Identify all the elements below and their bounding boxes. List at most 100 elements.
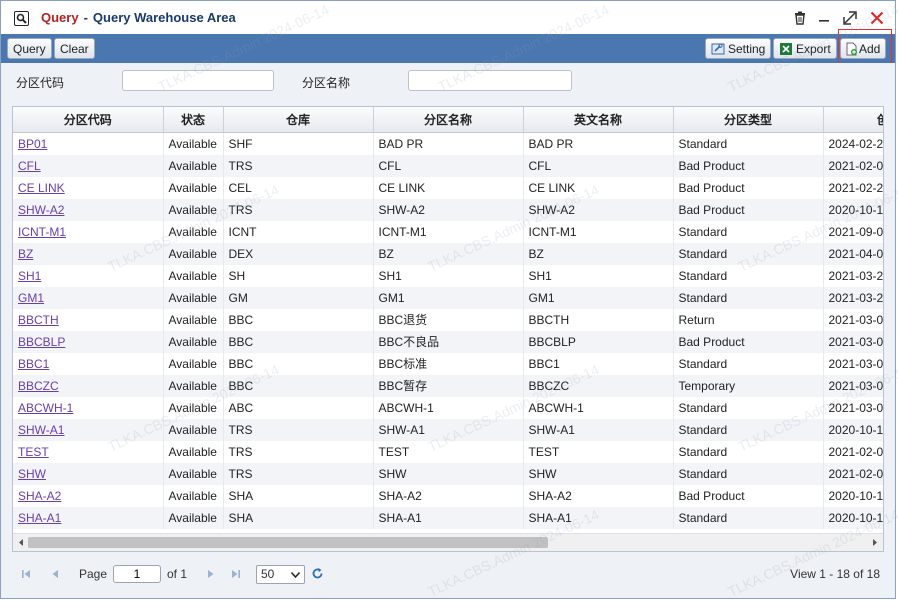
window-title: Query - Query Warehouse Area (41, 10, 236, 25)
zone-name-input[interactable] (408, 70, 572, 91)
table-row[interactable]: CFL Available TRS CFL CFL Bad Product 2021-02-… (13, 154, 883, 177)
last-page-icon[interactable] (230, 568, 242, 580)
table-row[interactable]: BBCZC Available BBC BBC暂存 BBCZC Temporary 2021… (13, 374, 883, 397)
table-cell: Standard (673, 242, 824, 265)
table-cell: ABCWH-1 (523, 396, 674, 419)
zone-code-link[interactable]: SHA-A2 (13, 484, 164, 507)
table-cell: Standard (673, 220, 824, 243)
scroll-right-icon[interactable] (870, 537, 880, 548)
table-cell: Standard (673, 264, 824, 287)
table-row[interactable]: SH1 Available SH SH1 SH1 Standard 2021-03-2 (13, 264, 883, 287)
title-bar: Query - Query Warehouse Area (1, 1, 895, 35)
table-row[interactable]: BZ Available DEX BZ BZ Standard 2021-04-0 (13, 242, 883, 265)
table-cell: Available (163, 462, 224, 485)
page-number-input[interactable] (113, 565, 161, 583)
zone-code-input[interactable] (122, 70, 274, 91)
zone-code-link[interactable]: ICNT-M1 (13, 220, 164, 243)
table-cell: SH1 (523, 264, 674, 287)
table-row[interactable]: ICNT-M1 Available ICNT ICNT-M1 ICNT-M1 Standa… (13, 220, 883, 243)
setting-button[interactable]: Setting (705, 38, 772, 59)
zone-code-link[interactable]: SHA-A1 (13, 506, 164, 529)
zone-code-link[interactable]: SHW-A1 (13, 418, 164, 441)
zone-code-link[interactable]: SHW-A2 (13, 198, 164, 221)
zone-code-link[interactable]: SH1 (13, 264, 164, 287)
horizontal-scrollbar[interactable] (13, 533, 883, 551)
table-cell: TRS (223, 462, 374, 485)
table-cell: SHW-A1 (523, 418, 674, 441)
zone-code-link[interactable]: BBCTH (13, 308, 164, 331)
table-cell: 2021-03-0 (823, 352, 883, 375)
table-cell: Standard (673, 396, 824, 419)
table-row[interactable]: ABCWH-1 Available ABC ABCWH-1 ABCWH-1 Standar… (13, 396, 883, 419)
table-cell: Available (163, 506, 224, 529)
table-cell: Standard (673, 440, 824, 463)
table-row[interactable]: BP01 Available SHF BAD PR BAD PR Standard 2024… (13, 132, 883, 155)
table-row[interactable]: BBC1 Available BBC BBC标准 BBC1 Standard 2021-03… (13, 352, 883, 375)
zone-code-link[interactable]: SHW (13, 462, 164, 485)
zone-code-link[interactable]: BBCBLP (13, 330, 164, 353)
table-cell: GM1 (373, 286, 524, 309)
table-cell: 2020-10-1 (823, 506, 883, 529)
scroll-thumb[interactable] (28, 537, 548, 548)
table-cell: GM (223, 286, 374, 309)
table-cell: SH1 (373, 264, 524, 287)
table-cell: Available (163, 396, 224, 419)
first-page-icon[interactable] (20, 568, 32, 580)
setting-label: Setting (728, 42, 766, 56)
table-cell: Return (673, 308, 824, 331)
column-header[interactable]: 英文名称 (523, 107, 674, 133)
table-row[interactable]: SHW-A1 Available TRS SHW-A1 SHW-A1 Standard 20… (13, 418, 883, 441)
table-cell: Available (163, 176, 224, 199)
table-row[interactable]: GM1 Available GM GM1 GM1 Standard 2021-03-2 (13, 286, 883, 309)
table-cell: BAD PR (523, 132, 674, 155)
zone-code-link[interactable]: BZ (13, 242, 164, 265)
table-cell: DEX (223, 242, 374, 265)
table-cell: 2021-02-0 (823, 154, 883, 177)
query-button[interactable]: Query (7, 38, 52, 59)
zone-code-link[interactable]: BBCZC (13, 374, 164, 397)
column-header[interactable]: 仓库 (223, 107, 374, 133)
zone-code-link[interactable]: BBC1 (13, 352, 164, 375)
table-row[interactable]: TEST Available TRS TEST TEST Standard 2021-02-… (13, 440, 883, 463)
zone-code-link[interactable]: BP01 (13, 132, 164, 155)
add-button[interactable]: Add (840, 38, 887, 59)
table-cell: 2024-02-2 (823, 132, 883, 155)
table-row[interactable]: BBCTH Available BBC BBC退货 BBCTH Return 2021-03… (13, 308, 883, 331)
table-row[interactable]: CE LINK Available CEL CE LINK CE LINK Bad Pro… (13, 176, 883, 199)
zone-code-link[interactable]: CFL (13, 154, 164, 177)
zone-code-link[interactable]: TEST (13, 440, 164, 463)
table-cell: SHW-A2 (523, 198, 674, 221)
refresh-icon[interactable] (311, 567, 324, 580)
export-button[interactable]: Export (773, 38, 837, 59)
table-row[interactable]: SHW Available TRS SHW SHW Standard 2021-02-0 (13, 462, 883, 485)
table-row[interactable]: SHW-A2 Available TRS SHW-A2 SHW-A2 Bad Produc… (13, 198, 883, 221)
clear-button[interactable]: Clear (54, 38, 95, 59)
table-cell: ICNT-M1 (523, 220, 674, 243)
close-icon[interactable] (868, 9, 886, 27)
table-cell: 2020-10-1 (823, 198, 883, 221)
maximize-icon[interactable] (841, 9, 859, 27)
table-cell: ICNT-M1 (373, 220, 524, 243)
table-cell: BZ (373, 242, 524, 265)
column-header[interactable]: 分区代码 (13, 107, 164, 133)
page-size-select[interactable]: 50 (256, 565, 305, 584)
table-cell: TRS (223, 440, 374, 463)
data-table: 分区代码状态仓库分区名称英文名称分区类型创 BP01AvailableSHFBA… (13, 107, 883, 529)
column-header[interactable]: 创 (823, 107, 883, 133)
column-header[interactable]: 分区名称 (373, 107, 524, 133)
next-page-icon[interactable] (205, 568, 217, 580)
prev-page-icon[interactable] (49, 568, 61, 580)
column-header[interactable]: 状态 (163, 107, 224, 133)
view-range-text: View 1 - 18 of 18 (790, 567, 880, 581)
table-cell: BBC (223, 308, 374, 331)
trash-icon[interactable] (791, 9, 809, 27)
zone-code-link[interactable]: ABCWH-1 (13, 396, 164, 419)
table-row[interactable]: BBCBLP Available BBC BBC不良品 BBCBLP Bad Produc… (13, 330, 883, 353)
minimize-icon[interactable] (815, 9, 833, 27)
zone-code-link[interactable]: GM1 (13, 286, 164, 309)
scroll-left-icon[interactable] (16, 537, 26, 548)
zone-code-link[interactable]: CE LINK (13, 176, 164, 199)
table-row[interactable]: SHA-A1 Available SHA SHA-A1 SHA-A1 Standard 20… (13, 506, 883, 529)
table-row[interactable]: SHA-A2 Available SHA SHA-A2 SHA-A2 Bad Produc… (13, 484, 883, 507)
column-header[interactable]: 分区类型 (673, 107, 824, 133)
